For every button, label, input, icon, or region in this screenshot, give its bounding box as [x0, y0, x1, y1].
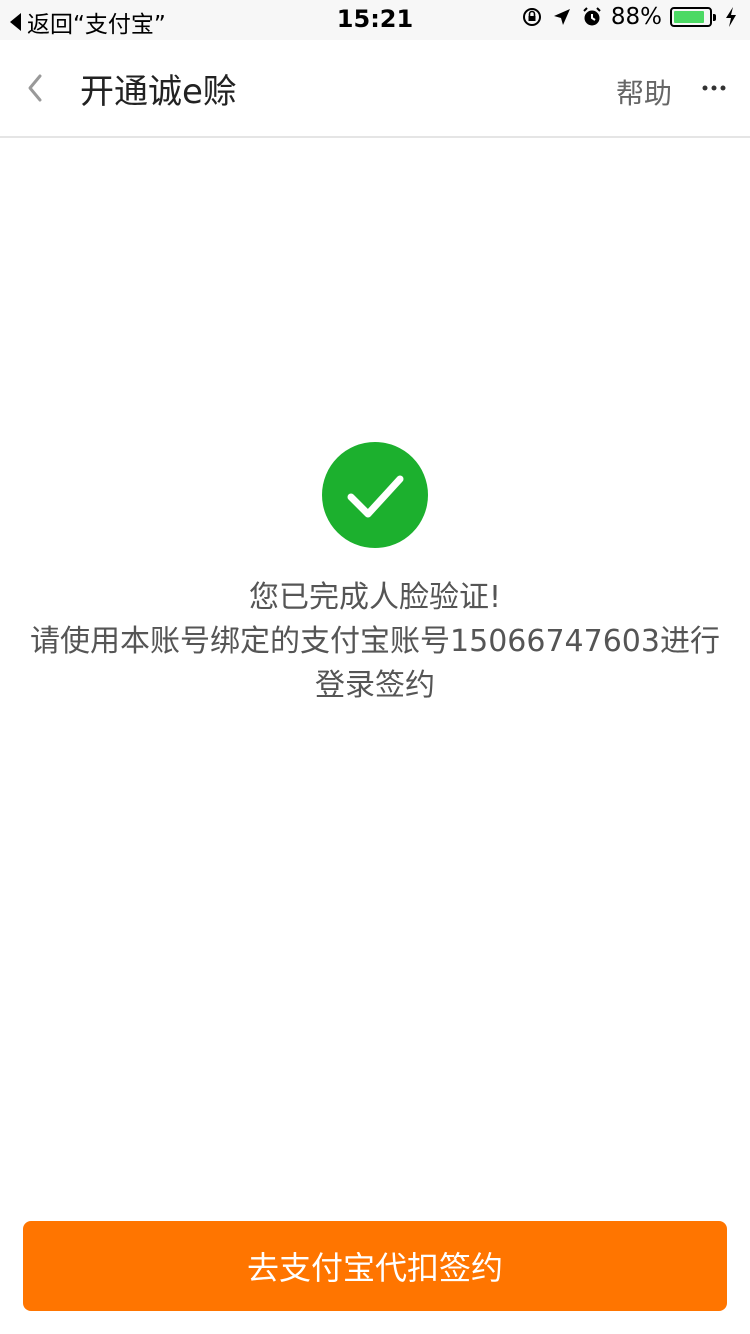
help-button[interactable]: 帮助: [616, 72, 672, 112]
signing-instruction-message: 请使用本账号绑定的支付宝账号15066747603进行登录签约: [30, 624, 720, 703]
rotation-lock-icon: [521, 6, 543, 28]
status-bar: 返回“支付宝” 15:21 88%: [0, 0, 750, 40]
battery-icon: [670, 7, 716, 27]
page-title: 开通诚e赊: [80, 72, 237, 112]
navigation-bar: 开通诚e赊 帮助: [0, 40, 750, 138]
more-button[interactable]: [700, 76, 730, 100]
status-indicators: 88%: [521, 4, 742, 30]
back-button[interactable]: [18, 68, 54, 108]
chevron-left-icon: [28, 74, 42, 102]
more-icon: [702, 85, 726, 91]
battery-level-fill: [674, 11, 704, 23]
alipay-withhold-sign-button[interactable]: 去支付宝代扣签约: [23, 1221, 727, 1311]
verification-success-message: 您已完成人脸验证!: [248, 580, 502, 615]
location-arrow-icon: [551, 6, 573, 28]
battery-cap: [713, 14, 716, 21]
alarm-icon: [581, 6, 603, 28]
check-circle-icon: [322, 442, 428, 548]
charging-bolt-icon: [720, 6, 742, 28]
battery-percent: 88%: [610, 4, 662, 30]
